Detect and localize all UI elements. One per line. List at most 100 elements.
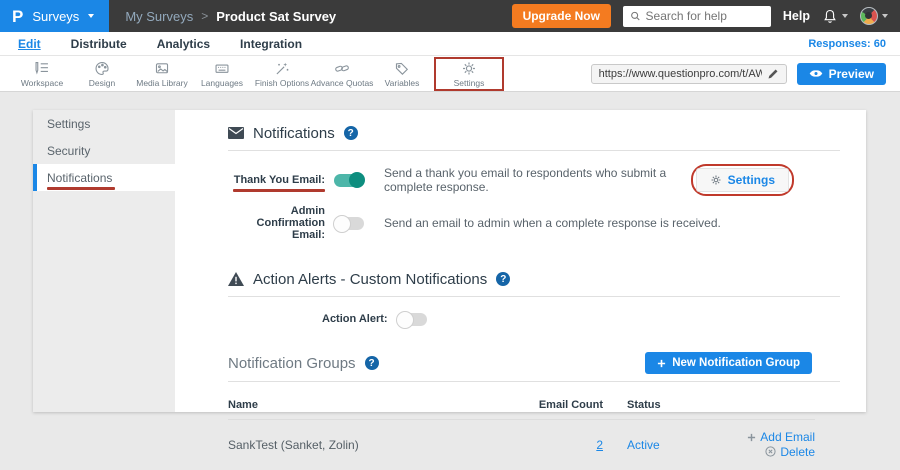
sidebar-item-label: Security [47,144,90,158]
toolbar-label: Variables [385,78,420,88]
status-link[interactable]: Active [627,438,660,452]
preview-button[interactable]: Preview [797,63,886,85]
delete-circle-icon [765,446,776,457]
survey-url-value: https://www.questionpro.com/t/AW22Zc0 [599,68,762,80]
thank-you-email-row: Thank You Email: Send a thank you email … [228,164,840,196]
image-icon [153,60,171,77]
red-underline-annotation [47,187,115,190]
help-icon[interactable] [344,126,358,140]
toolbar-item-media-library[interactable]: Media Library [132,60,192,88]
new-notification-group-button[interactable]: New Notification Group [645,352,812,374]
row-actions: Add Email Delete [743,430,815,460]
help-icon[interactable] [365,356,379,370]
account-menu[interactable] [860,7,888,25]
action-alert-toggle[interactable] [397,313,427,326]
settings-button-area: Settings [691,164,794,196]
add-email-label: Add Email [760,430,815,444]
toolbar-right: https://www.questionpro.com/t/AW22Zc0 Pr… [591,63,886,85]
divider [228,381,840,382]
sidebar-item-label: Notifications [47,171,112,185]
divider [228,150,840,151]
toolbar-label: Languages [201,78,243,88]
sidebar-item-notifications[interactable]: Notifications [33,164,175,191]
responses-count[interactable]: Responses: 60 [808,38,886,50]
sidebar-item-label: Settings [47,117,90,131]
notifications-bell-menu[interactable] [822,8,848,25]
table-header-row: Name Email Count Status [228,392,815,420]
help-icon[interactable] [496,272,510,286]
admin-confirmation-email-description: Send an email to admin when a complete r… [384,216,721,230]
workspace-icon [33,60,51,77]
tab-integration[interactable]: Integration [240,37,302,51]
toolbar-item-workspace[interactable]: Workspace [12,60,72,88]
toolbar-label: Settings [454,78,485,88]
toolbar-item-languages[interactable]: Languages [192,60,252,88]
survey-nav-tabs: Edit Distribute Analytics Integration Re… [0,32,900,56]
red-underline-annotation [233,189,325,192]
chain-link-icon [333,60,351,77]
tab-edit[interactable]: Edit [18,37,41,51]
palette-icon [93,60,111,77]
envelope-icon [228,127,244,139]
settings-page: Settings Security Notifications Notifica… [0,92,900,447]
product-switcher[interactable]: P Surveys [0,0,109,32]
action-alert-label: Action Alert: [322,313,388,325]
breadcrumb-my-surveys[interactable]: My Surveys [125,9,193,24]
notifications-section-header: Notifications [228,123,840,143]
toolbar-item-design[interactable]: Design [72,60,132,88]
red-circle-annotation: Settings [691,164,794,196]
survey-url-field[interactable]: https://www.questionpro.com/t/AW22Zc0 [591,64,787,84]
thank-you-email-label: Thank You Email: [228,174,325,186]
table-row: SankTest (Sanket, Zolin) 2 Active Add Em… [228,420,815,470]
sidebar-item-security[interactable]: Security [33,137,175,164]
thank-you-email-toggle[interactable] [334,174,364,187]
gear-icon [710,174,722,186]
thank-you-email-settings-button[interactable]: Settings [696,168,789,192]
questionpro-app: P Surveys My Surveys > Product Sat Surve… [0,0,900,447]
admin-confirmation-email-label: Admin Confirmation Email: [228,205,325,241]
toolbar-item-finish-options[interactable]: Finish Options [252,60,312,88]
notifications-content: Notifications Thank You Email: Send a th… [175,110,866,412]
breadcrumb-current-survey: Product Sat Survey [216,9,336,24]
settings-card: Settings Security Notifications Notifica… [33,110,866,412]
column-header-name: Name [228,399,508,411]
group-name: SankTest (Sanket, Zolin) [228,438,508,452]
tag-icon [393,60,411,77]
add-email-button[interactable]: Add Email [747,430,815,444]
tab-analytics[interactable]: Analytics [157,37,210,51]
settings-sidebar: Settings Security Notifications [33,110,175,412]
product-menu-label: Surveys [32,9,79,24]
top-header: P Surveys My Surveys > Product Sat Surve… [0,0,900,32]
search-input[interactable] [646,9,764,23]
notification-groups-table: Name Email Count Status SankTest (Sanket… [228,392,815,470]
breadcrumb: My Surveys > Product Sat Survey [125,9,336,24]
chevron-down-icon [882,14,888,18]
email-count-link[interactable]: 2 [596,438,603,452]
toolbar-item-advance-quotas[interactable]: Advance Quotas [312,60,372,88]
column-header-email-count: Email Count [508,399,603,411]
questionpro-logo-icon: P [12,8,23,25]
divider [228,296,840,297]
upgrade-now-button[interactable]: Upgrade Now [512,4,611,28]
toolbar-item-variables[interactable]: Variables [372,60,432,88]
header-actions: Upgrade Now Help [512,4,900,28]
action-alert-row: Action Alert: [322,310,840,328]
edit-pencil-icon[interactable] [767,68,779,80]
sidebar-item-settings[interactable]: Settings [33,110,175,137]
bell-icon [822,8,838,25]
warning-triangle-icon [228,272,244,286]
help-search-box[interactable] [623,6,771,27]
section-title: Notification Groups [228,355,356,372]
help-link[interactable]: Help [783,9,810,23]
label-text: Thank You Email: [234,174,325,186]
new-group-label: New Notification Group [672,357,800,369]
eye-icon [809,69,823,78]
plus-icon [657,359,666,368]
avatar [860,7,878,25]
admin-confirmation-email-toggle[interactable] [334,217,364,230]
toolbar-item-settings[interactable]: Settings [439,60,499,88]
toolbar-label: Media Library [136,78,188,88]
notification-groups-header: Notification Groups New Notification Gro… [228,352,840,374]
tab-distribute[interactable]: Distribute [71,37,127,51]
section-title: Notifications [253,125,335,142]
